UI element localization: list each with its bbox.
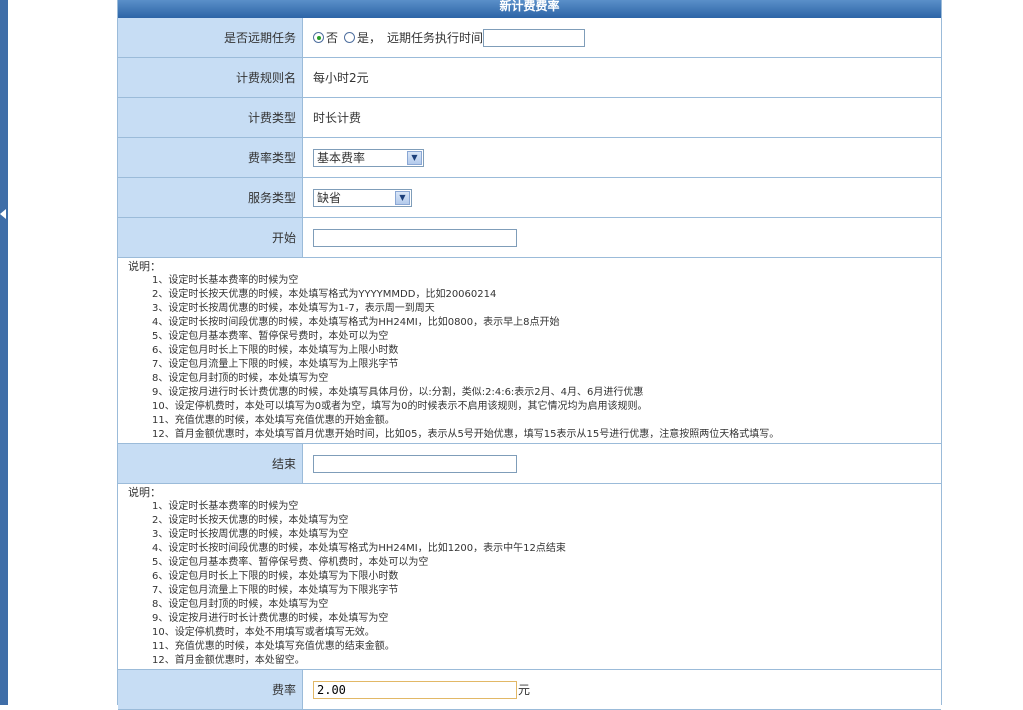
charge-type-label: 计费类型	[118, 98, 303, 137]
end-note: 5、设定包月基本费率、暂停保号费、停机费时，本处可以为空	[152, 557, 429, 568]
start-note: 12、首月金额优惠时，本处填写首月优惠开始时间，比如05，表示从5号开始优惠，填…	[152, 429, 780, 440]
end-note: 12、首月金额优惠时，本处留空。	[152, 655, 305, 666]
future-task-no-label: 否	[326, 31, 339, 45]
future-task-yes-label: 是，	[357, 31, 382, 45]
rule-name-label: 计费规则名	[118, 58, 303, 97]
end-label: 结束	[118, 444, 303, 483]
end-note: 9、设定按月进行时长计费优惠的时候，本处填写为空	[152, 613, 389, 624]
end-notes: 说明： 1、设定时长基本费率的时候为空 2、设定时长按天优惠的时候，本处填写为空…	[118, 484, 941, 670]
chevron-down-icon: ▼	[395, 190, 410, 205]
start-note: 9、设定按月进行时长计费优惠的时候，本处填写具体月份，以:分割，类似:2:4:6…	[152, 387, 644, 398]
end-note: 6、设定包月时长上下限的时候，本处填写为下限小时数	[152, 571, 399, 582]
end-note: 3、设定时长按周优惠的时候，本处填写为空	[152, 529, 349, 540]
start-note: 6、设定包月时长上下限的时候，本处填写为上限小时数	[152, 345, 399, 356]
exec-time-input[interactable]	[483, 28, 586, 47]
rate-type-selected: 基本费率	[317, 151, 366, 165]
service-type-selected: 缺省	[317, 191, 342, 205]
future-task-yes-radio[interactable]	[344, 32, 356, 43]
end-note: 2、设定时长按天优惠的时候，本处填写为空	[152, 515, 349, 526]
service-type-select[interactable]: 缺省 ▼	[313, 188, 412, 207]
start-note: 2、设定时长按天优惠的时候，本处填写格式为YYYYMMDD，比如20060214	[152, 289, 497, 300]
start-note: 7、设定包月流量上下限的时候，本处填写为上限兆字节	[152, 359, 399, 370]
charge-type-value: 时长计费	[313, 111, 362, 125]
start-label: 开始	[118, 218, 303, 257]
collapse-arrow-icon[interactable]	[0, 209, 6, 219]
end-note: 1、设定时长基本费率的时候为空	[152, 501, 299, 512]
end-input[interactable]	[313, 454, 517, 473]
rate-input[interactable]	[313, 680, 517, 699]
service-type-label: 服务类型	[118, 178, 303, 217]
service-type-row: 服务类型 缺省 ▼	[118, 178, 941, 218]
rate-label: 费率	[118, 670, 303, 709]
start-note: 8、设定包月封顶的时候，本处填写为空	[152, 373, 329, 384]
start-input[interactable]	[313, 228, 517, 247]
start-notes-heading: 说明：	[128, 260, 161, 273]
rate-form-panel: 新计费费率 是否远期任务 否 是， 远期任务执行时间 计费规则名 每小时2元 计…	[117, 0, 942, 710]
start-note: 1、设定时长基本费率的时候为空	[152, 275, 299, 286]
start-notes: 说明： 1、设定时长基本费率的时候为空 2、设定时长按天优惠的时候，本处填写格式…	[118, 258, 941, 444]
rule-name-value: 每小时2元	[313, 71, 369, 85]
end-note: 11、充值优惠的时候，本处填写充值优惠的结束金额。	[152, 641, 395, 652]
end-note: 7、设定包月流量上下限的时候，本处填写为下限兆字节	[152, 585, 399, 596]
rule-name-row: 计费规则名 每小时2元	[118, 58, 941, 98]
panel-title: 新计费费率	[118, 0, 941, 18]
chevron-down-icon: ▼	[407, 150, 422, 165]
rate-type-select[interactable]: 基本费率 ▼	[313, 148, 424, 167]
future-task-value: 否 是， 远期任务执行时间	[303, 18, 941, 57]
rate-unit: 元	[518, 683, 531, 697]
start-note: 11、充值优惠的时候，本处填写充值优惠的开始金额。	[152, 415, 395, 426]
start-note: 10、设定停机费时，本处可以填写为0或者为空，填写为0的时候表示不启用该规则，其…	[152, 401, 648, 412]
future-task-row: 是否远期任务 否 是， 远期任务执行时间	[118, 18, 941, 58]
end-note: 10、设定停机费时，本处不用填写或者填写无效。	[152, 627, 375, 638]
rate-type-label: 费率类型	[118, 138, 303, 177]
left-frame-strip	[0, 0, 8, 705]
future-task-no-radio[interactable]	[313, 32, 324, 43]
start-note: 5、设定包月基本费率、暂停保号费时，本处可以为空	[152, 331, 389, 342]
charge-type-row: 计费类型 时长计费	[118, 98, 941, 138]
rate-type-row: 费率类型 基本费率 ▼	[118, 138, 941, 178]
end-note: 4、设定时长按时间段优惠的时候，本处填写格式为HH24MI，比如1200，表示中…	[152, 543, 566, 554]
rate-row: 费率 元	[118, 670, 941, 710]
end-row: 结束	[118, 444, 941, 484]
start-note: 3、设定时长按周优惠的时候，本处填写为1-7，表示周一到周天	[152, 303, 435, 314]
exec-time-label: 远期任务执行时间	[387, 31, 484, 45]
future-task-label: 是否远期任务	[118, 18, 303, 57]
start-note: 4、设定时长按时间段优惠的时候，本处填写格式为HH24MI，比如0800，表示早…	[152, 317, 560, 328]
end-notes-heading: 说明：	[128, 486, 161, 499]
start-row: 开始	[118, 218, 941, 258]
end-note: 8、设定包月封顶的时候，本处填写为空	[152, 599, 329, 610]
